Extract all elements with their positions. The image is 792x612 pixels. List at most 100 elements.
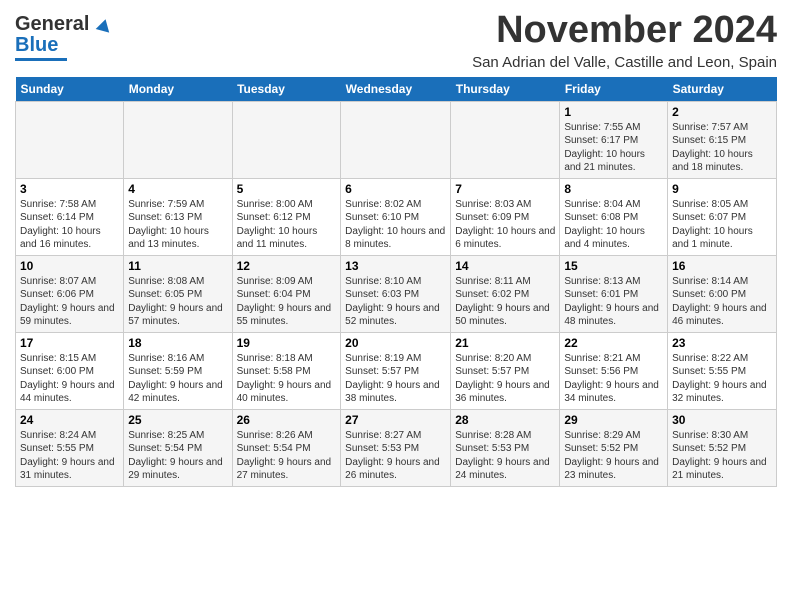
logo: General Blue (15, 14, 111, 61)
day-number: 27 (345, 413, 446, 427)
day-info: Sunrise: 8:30 AMSunset: 5:52 PMDaylight:… (672, 429, 772, 483)
month-title: November 2024 (472, 10, 777, 52)
day-number: 30 (672, 413, 772, 427)
weekday-header-thursday: Thursday (451, 77, 560, 102)
day-info: Sunrise: 8:20 AMSunset: 5:57 PMDaylight:… (455, 352, 555, 406)
day-number: 8 (564, 182, 663, 196)
calendar-cell: 23 Sunrise: 8:22 AMSunset: 5:55 PMDayligh… (668, 332, 777, 409)
day-number: 28 (455, 413, 555, 427)
logo-underline (15, 58, 67, 61)
day-number: 12 (237, 259, 337, 273)
calendar-cell: 25 Sunrise: 8:25 AMSunset: 5:54 PMDayligh… (124, 409, 232, 486)
day-number: 2 (672, 105, 772, 119)
day-info: Sunrise: 8:07 AMSunset: 6:06 PMDaylight:… (20, 275, 119, 329)
weekday-header-friday: Friday (560, 77, 668, 102)
calendar-cell: 2 Sunrise: 7:57 AMSunset: 6:15 PMDaylight… (668, 101, 777, 178)
weekday-header-tuesday: Tuesday (232, 77, 341, 102)
calendar-cell: 8 Sunrise: 8:04 AMSunset: 6:08 PMDaylight… (560, 178, 668, 255)
location-title: San Adrian del Valle, Castille and Leon,… (472, 54, 777, 71)
day-info: Sunrise: 7:57 AMSunset: 6:15 PMDaylight:… (672, 121, 772, 175)
day-info: Sunrise: 8:16 AMSunset: 5:59 PMDaylight:… (128, 352, 227, 406)
day-info: Sunrise: 8:28 AMSunset: 5:53 PMDaylight:… (455, 429, 555, 483)
weekday-header-monday: Monday (124, 77, 232, 102)
calendar-cell: 14 Sunrise: 8:11 AMSunset: 6:02 PMDayligh… (451, 255, 560, 332)
day-info: Sunrise: 8:00 AMSunset: 6:12 PMDaylight:… (237, 198, 337, 252)
day-number: 9 (672, 182, 772, 196)
day-info: Sunrise: 8:04 AMSunset: 6:08 PMDaylight:… (564, 198, 663, 252)
day-number: 24 (20, 413, 119, 427)
calendar-cell: 1Sunrise: 7:55 AMSunset: 6:17 PMDaylight… (560, 101, 668, 178)
day-number: 15 (564, 259, 663, 273)
calendar-cell: 9 Sunrise: 8:05 AMSunset: 6:07 PMDaylight… (668, 178, 777, 255)
calendar-cell (16, 101, 124, 178)
day-info: Sunrise: 8:18 AMSunset: 5:58 PMDaylight:… (237, 352, 337, 406)
calendar-table: SundayMondayTuesdayWednesdayThursdayFrid… (15, 77, 777, 487)
day-number: 23 (672, 336, 772, 350)
day-number: 6 (345, 182, 446, 196)
day-info: Sunrise: 8:11 AMSunset: 6:02 PMDaylight:… (455, 275, 555, 329)
calendar-cell: 28 Sunrise: 8:28 AMSunset: 5:53 PMDayligh… (451, 409, 560, 486)
day-number: 10 (20, 259, 119, 273)
day-info: Sunrise: 8:05 AMSunset: 6:07 PMDaylight:… (672, 198, 772, 252)
day-number: 16 (672, 259, 772, 273)
calendar-cell: 12 Sunrise: 8:09 AMSunset: 6:04 PMDayligh… (232, 255, 341, 332)
weekday-header-wednesday: Wednesday (341, 77, 451, 102)
day-info: Sunrise: 7:58 AMSunset: 6:14 PMDaylight:… (20, 198, 119, 252)
calendar-week-3: 10 Sunrise: 8:07 AMSunset: 6:06 PMDayligh… (16, 255, 777, 332)
calendar-cell: 7 Sunrise: 8:03 AMSunset: 6:09 PMDaylight… (451, 178, 560, 255)
calendar-cell: 15Sunrise: 8:13 AMSunset: 6:01 PMDayligh… (560, 255, 668, 332)
calendar-cell: 21 Sunrise: 8:20 AMSunset: 5:57 PMDayligh… (451, 332, 560, 409)
calendar-cell (341, 101, 451, 178)
calendar-cell: 10 Sunrise: 8:07 AMSunset: 6:06 PMDayligh… (16, 255, 124, 332)
header: General Blue November 2024 San Adrian de… (15, 10, 777, 71)
calendar-cell: 19 Sunrise: 8:18 AMSunset: 5:58 PMDayligh… (232, 332, 341, 409)
day-number: 26 (237, 413, 337, 427)
calendar-cell (232, 101, 341, 178)
calendar-cell: 6 Sunrise: 8:02 AMSunset: 6:10 PMDaylight… (341, 178, 451, 255)
day-number: 14 (455, 259, 555, 273)
day-number: 11 (128, 259, 227, 273)
day-number: 25 (128, 413, 227, 427)
calendar-cell: 20Sunrise: 8:19 AMSunset: 5:57 PMDayligh… (341, 332, 451, 409)
logo-general: General (15, 13, 89, 35)
day-info: Sunrise: 8:14 AMSunset: 6:00 PMDaylight:… (672, 275, 772, 329)
day-info: Sunrise: 8:09 AMSunset: 6:04 PMDaylight:… (237, 275, 337, 329)
weekday-header-sunday: Sunday (16, 77, 124, 102)
calendar-cell: 29Sunrise: 8:29 AMSunset: 5:52 PMDayligh… (560, 409, 668, 486)
day-number: 7 (455, 182, 555, 196)
logo-blue: Blue (15, 35, 58, 55)
calendar-week-2: 3 Sunrise: 7:58 AMSunset: 6:14 PMDaylight… (16, 178, 777, 255)
calendar-week-4: 17 Sunrise: 8:15 AMSunset: 6:00 PMDayligh… (16, 332, 777, 409)
day-info: Sunrise: 8:02 AMSunset: 6:10 PMDaylight:… (345, 198, 446, 252)
weekday-header-row: SundayMondayTuesdayWednesdayThursdayFrid… (16, 77, 777, 102)
calendar-body: 1Sunrise: 7:55 AMSunset: 6:17 PMDaylight… (16, 101, 777, 486)
day-info: Sunrise: 8:15 AMSunset: 6:00 PMDaylight:… (20, 352, 119, 406)
day-info: Sunrise: 8:22 AMSunset: 5:55 PMDaylight:… (672, 352, 772, 406)
day-info: Sunrise: 8:25 AMSunset: 5:54 PMDaylight:… (128, 429, 227, 483)
day-number: 21 (455, 336, 555, 350)
day-info: Sunrise: 8:10 AMSunset: 6:03 PMDaylight:… (345, 275, 446, 329)
day-number: 29 (564, 413, 663, 427)
day-number: 1 (564, 105, 663, 119)
day-number: 17 (20, 336, 119, 350)
calendar-cell: 26 Sunrise: 8:26 AMSunset: 5:54 PMDayligh… (232, 409, 341, 486)
day-info: Sunrise: 8:19 AMSunset: 5:57 PMDaylight:… (345, 352, 446, 406)
calendar-cell: 24 Sunrise: 8:24 AMSunset: 5:55 PMDayligh… (16, 409, 124, 486)
day-number: 5 (237, 182, 337, 196)
calendar-cell (451, 101, 560, 178)
day-info: Sunrise: 8:24 AMSunset: 5:55 PMDaylight:… (20, 429, 119, 483)
calendar-cell: 5 Sunrise: 8:00 AMSunset: 6:12 PMDaylight… (232, 178, 341, 255)
day-number: 18 (128, 336, 227, 350)
day-info: Sunrise: 8:27 AMSunset: 5:53 PMDaylight:… (345, 429, 446, 483)
calendar-cell: 30 Sunrise: 8:30 AMSunset: 5:52 PMDayligh… (668, 409, 777, 486)
calendar-cell: 11Sunrise: 8:08 AMSunset: 6:05 PMDayligh… (124, 255, 232, 332)
day-info: Sunrise: 8:03 AMSunset: 6:09 PMDaylight:… (455, 198, 555, 252)
day-number: 19 (237, 336, 337, 350)
day-number: 22 (564, 336, 663, 350)
day-info: Sunrise: 7:59 AMSunset: 6:13 PMDaylight:… (128, 198, 227, 252)
calendar-cell: 27 Sunrise: 8:27 AMSunset: 5:53 PMDayligh… (341, 409, 451, 486)
calendar-cell: 16 Sunrise: 8:14 AMSunset: 6:00 PMDayligh… (668, 255, 777, 332)
day-info: Sunrise: 8:26 AMSunset: 5:54 PMDaylight:… (237, 429, 337, 483)
day-number: 3 (20, 182, 119, 196)
calendar-cell: 22Sunrise: 8:21 AMSunset: 5:56 PMDayligh… (560, 332, 668, 409)
